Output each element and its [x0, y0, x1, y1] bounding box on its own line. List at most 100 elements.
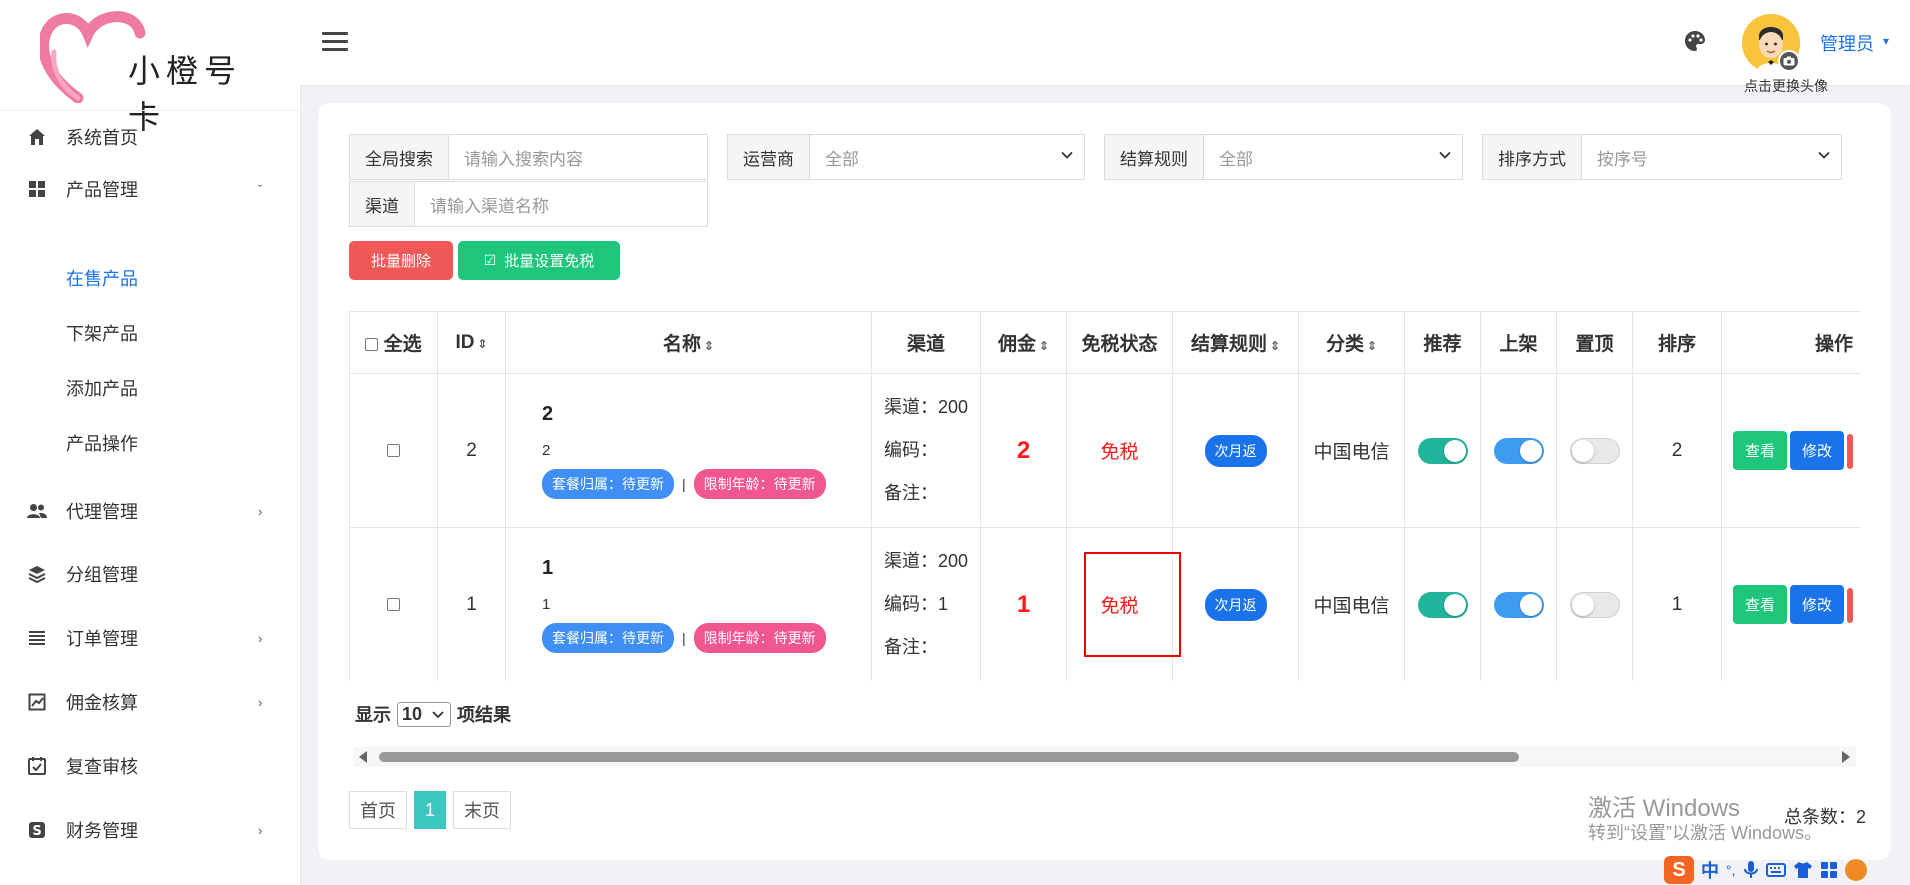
- scroll-left-icon[interactable]: [359, 751, 367, 763]
- row-checkbox[interactable]: [387, 443, 400, 457]
- chevron-right-icon: ›: [258, 630, 263, 646]
- first-page-button[interactable]: 首页: [349, 791, 407, 829]
- scroll-right-icon[interactable]: [1842, 751, 1850, 763]
- chart-icon: [26, 691, 48, 713]
- page-1-button[interactable]: 1: [414, 791, 446, 829]
- top-header: 点击更换头像 管理员 ▾: [300, 0, 1910, 94]
- caret-down-icon[interactable]: ▾: [1883, 34, 1889, 48]
- dollar-icon: S: [26, 819, 48, 841]
- menu-toggle-icon[interactable]: [322, 32, 348, 52]
- row-actions: 查看修改​: [1721, 373, 1861, 528]
- pinned-toggle[interactable]: [1569, 591, 1620, 618]
- logo[interactable]: 小橙号卡: [40, 8, 250, 136]
- row-select-cell: [349, 527, 438, 681]
- sort-filter-group: 排序方式 按序号: [1482, 134, 1842, 180]
- keyboard-icon[interactable]: [1765, 862, 1786, 878]
- recommend-toggle[interactable]: [1417, 591, 1468, 618]
- svg-text:S: S: [32, 824, 41, 839]
- col-name[interactable]: 名称 ⇕: [505, 311, 872, 374]
- row-category: 中国电信: [1298, 373, 1405, 528]
- channel-value: 渠道：200: [884, 551, 969, 571]
- sidebar-item-orders[interactable]: 订单管理 ›: [0, 613, 300, 663]
- select-all-header[interactable]: 全选: [349, 311, 438, 374]
- settle-rule-select[interactable]: 全部: [1204, 135, 1462, 179]
- sort-select[interactable]: 按序号: [1582, 135, 1841, 179]
- remark-value: 备注：: [884, 483, 938, 503]
- row-checkbox[interactable]: [387, 597, 400, 611]
- horizontal-scrollbar[interactable]: [353, 747, 1856, 767]
- avatar-hint[interactable]: 点击更换头像: [1744, 76, 1828, 96]
- sidebar-item-finance[interactable]: S 财务管理 ›: [0, 805, 300, 855]
- edit-button[interactable]: 修改: [1790, 585, 1845, 624]
- sidebar-item-home[interactable]: 系统首页: [0, 112, 300, 162]
- region-tag: 套餐归属：待更新: [542, 468, 674, 499]
- channel-filter-group: 渠道 请输入渠道名称: [349, 181, 708, 227]
- row-select-cell: [349, 373, 438, 528]
- length-suffix: 项结果: [457, 705, 512, 725]
- col-actions-label: 操作: [1814, 334, 1853, 355]
- row-id: 1: [437, 527, 506, 681]
- batch-tax-free-button[interactable]: ☑ 批量设置免税: [458, 241, 620, 280]
- code-value: 编码：: [884, 440, 938, 460]
- select-all-checkbox[interactable]: [365, 338, 379, 352]
- channel-input[interactable]: 请输入渠道名称: [415, 182, 707, 226]
- sidebar-item-commission[interactable]: 佣金核算 ›: [0, 677, 300, 727]
- row-recommend: [1404, 373, 1481, 528]
- col-settle-rule[interactable]: 结算规则 ⇕: [1172, 311, 1299, 374]
- batch-delete-button[interactable]: 批量删除: [349, 241, 453, 280]
- pinned-toggle[interactable]: [1569, 437, 1620, 464]
- ime-punctuation[interactable]: °,: [1726, 862, 1736, 878]
- sidebar-item-label: 系统首页: [66, 128, 138, 148]
- tax-status-value: 免税: [1100, 596, 1139, 617]
- sidebar-item-agents[interactable]: 代理管理 ›: [0, 486, 300, 536]
- settle-rule-badge: 次月返: [1204, 588, 1267, 621]
- skin-icon[interactable]: [1793, 861, 1813, 879]
- col-category[interactable]: 分类 ⇕: [1298, 311, 1405, 374]
- recommend-toggle[interactable]: [1417, 437, 1468, 464]
- ime-mascot-icon[interactable]: [1844, 859, 1867, 881]
- row-tax-status: 免税: [1066, 527, 1173, 681]
- scroll-thumb[interactable]: [379, 752, 1519, 762]
- user-menu[interactable]: 管理员: [1820, 30, 1874, 56]
- sidebar-item-label: 复查审核: [66, 757, 138, 777]
- sidebar-subitem-off-shelf[interactable]: 下架产品: [66, 320, 138, 346]
- chevron-down-icon: [1818, 151, 1830, 159]
- camera-icon[interactable]: [1778, 50, 1800, 72]
- col-id[interactable]: ID ⇕: [437, 311, 506, 374]
- last-page-button[interactable]: 末页: [453, 791, 511, 829]
- chevron-down-icon: [1061, 151, 1073, 159]
- global-search-input[interactable]: 请输入搜索内容: [449, 135, 707, 179]
- page-length-control: 显示 10 项结果: [355, 701, 511, 727]
- check-square-icon: ☑: [483, 252, 497, 268]
- sidebar-item-products[interactable]: 产品管理 ˇ: [0, 164, 300, 214]
- sidebar-subitem-product-ops[interactable]: 产品操作: [66, 430, 138, 456]
- listed-toggle[interactable]: [1493, 437, 1544, 464]
- sidebar-item-label: 订单管理: [66, 629, 138, 649]
- delete-button[interactable]: ​: [1847, 434, 1854, 469]
- edit-button[interactable]: 修改: [1790, 431, 1845, 470]
- row-commission: 2: [980, 373, 1067, 528]
- page-length-value: 10: [402, 703, 423, 724]
- sidebar-item-review[interactable]: 复查审核: [0, 741, 300, 791]
- age-tag: 限制年龄：待更新: [693, 468, 826, 499]
- sidebar-subitem-add-product[interactable]: 添加产品: [66, 375, 138, 401]
- ime-language[interactable]: 中: [1701, 857, 1719, 883]
- sidebar-item-groups[interactable]: 分组管理: [0, 549, 300, 599]
- view-button[interactable]: 查看: [1733, 585, 1788, 624]
- col-tax-status: 免税状态: [1066, 311, 1173, 374]
- sogou-icon[interactable]: S: [1664, 856, 1694, 884]
- col-commission[interactable]: 佣金 ⇕: [980, 311, 1067, 374]
- operator-select[interactable]: 全部: [810, 135, 1084, 179]
- listed-toggle[interactable]: [1493, 591, 1544, 618]
- view-button[interactable]: 查看: [1733, 431, 1788, 470]
- microphone-icon[interactable]: [1743, 860, 1759, 880]
- col-commission-label: 佣金: [997, 334, 1036, 355]
- col-pinned-label: 置顶: [1575, 334, 1614, 355]
- chevron-down-icon: ˇ: [258, 181, 263, 197]
- palette-icon[interactable]: [1683, 29, 1709, 55]
- delete-button[interactable]: ​: [1847, 588, 1854, 623]
- toolbox-icon[interactable]: [1820, 861, 1838, 879]
- page-length-select[interactable]: 10: [397, 701, 452, 727]
- sidebar-subitem-on-sale[interactable]: 在售产品: [66, 265, 138, 291]
- chevron-down-icon: [1439, 151, 1451, 159]
